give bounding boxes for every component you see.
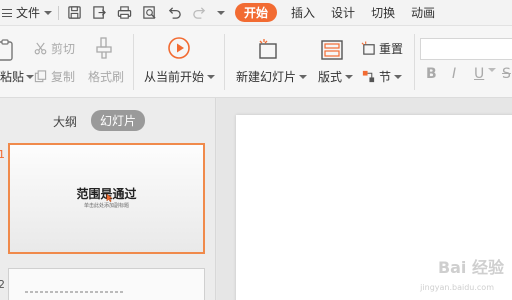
chevron-down-icon bbox=[207, 74, 216, 79]
font-name-dropdown[interactable] bbox=[420, 38, 512, 60]
underline-label: U bbox=[474, 66, 485, 82]
underline-dropdown-icon[interactable] bbox=[488, 68, 496, 72]
print-icon[interactable] bbox=[115, 4, 133, 22]
file-menu-label: 文件 bbox=[16, 6, 41, 20]
quick-access-dropdown-icon[interactable] bbox=[217, 10, 226, 15]
from-current-label: 从当前开始 bbox=[144, 70, 205, 84]
bold-button[interactable]: B bbox=[426, 66, 437, 82]
chevron-down-icon bbox=[26, 74, 35, 79]
tab-outline[interactable]: 大纲 bbox=[53, 113, 77, 130]
watermark-text: Bai 经验 bbox=[437, 258, 504, 277]
copy-icon bbox=[34, 70, 47, 83]
new-slide-button[interactable]: 新建幻灯片 bbox=[236, 68, 308, 85]
file-menu[interactable]: 文件 bbox=[0, 0, 53, 26]
underline-button[interactable]: U bbox=[474, 66, 484, 82]
reset-icon bbox=[361, 41, 375, 55]
slide-thumbnail-1[interactable]: 范围是通过 单击此处添加副标题 bbox=[8, 143, 205, 254]
paste-button[interactable]: 粘贴 bbox=[0, 68, 35, 85]
redo-icon[interactable] bbox=[190, 4, 208, 22]
divider bbox=[133, 34, 134, 90]
format-painter-icon[interactable] bbox=[94, 36, 114, 60]
tab-transition[interactable]: 切换 bbox=[363, 0, 403, 26]
layout-icon[interactable] bbox=[321, 40, 343, 60]
copy-label: 复制 bbox=[51, 70, 76, 84]
save-icon[interactable] bbox=[65, 4, 83, 22]
reset-button[interactable]: 重置 bbox=[361, 40, 403, 57]
tab-design[interactable]: 设计 bbox=[323, 0, 363, 26]
slide-subtitle: 单击此处添加副标题 bbox=[83, 203, 129, 209]
section-label: 节 bbox=[379, 70, 392, 84]
reset-label: 重置 bbox=[379, 42, 404, 56]
from-current-slide-button[interactable]: 从当前开始 bbox=[144, 68, 216, 85]
tab-home[interactable]: 开始 bbox=[235, 3, 278, 22]
slide-panel: 大纲 幻灯片 1 范围是通过 单击此处添加副标题 2 bbox=[0, 98, 216, 300]
tab-animation[interactable]: 动画 bbox=[403, 0, 443, 26]
format-painter-label: 格式刷 bbox=[88, 70, 125, 84]
layout-label: 版式 bbox=[318, 70, 343, 84]
chevron-down-icon bbox=[345, 74, 354, 79]
slide-text-preview bbox=[25, 291, 125, 293]
chevron-down-icon bbox=[299, 74, 308, 79]
section-icon bbox=[362, 70, 375, 83]
divider bbox=[224, 34, 225, 90]
copy-button[interactable]: 复制 bbox=[34, 68, 75, 85]
slide-number: 1 bbox=[0, 148, 5, 161]
format-painter-button[interactable]: 格式刷 bbox=[88, 68, 124, 85]
chevron-down-icon bbox=[394, 74, 403, 79]
slide-number: 2 bbox=[0, 278, 5, 291]
play-icon[interactable] bbox=[167, 36, 191, 60]
print-preview-icon[interactable] bbox=[140, 4, 158, 22]
section-button[interactable]: 节 bbox=[361, 68, 403, 85]
strikethrough-label: S bbox=[502, 66, 511, 82]
scissors-icon bbox=[34, 42, 47, 55]
italic-button[interactable]: I bbox=[452, 66, 456, 82]
cut-button[interactable]: 剪切 bbox=[34, 40, 75, 57]
ribbon-home: 粘贴 剪切 复制 格式刷 从当前开始 新建幻灯片 版式 重置 节 B I U S bbox=[0, 26, 512, 98]
slide-editor: Bai 经验 jingyan.baidu.com bbox=[217, 98, 512, 300]
watermark-url: jingyan.baidu.com bbox=[420, 283, 494, 292]
cut-label: 剪切 bbox=[51, 42, 76, 56]
bold-label: B bbox=[426, 66, 437, 82]
divider bbox=[414, 34, 415, 90]
new-slide-icon[interactable] bbox=[256, 38, 280, 60]
new-slide-label: 新建幻灯片 bbox=[236, 70, 297, 84]
divider bbox=[58, 5, 60, 20]
menu-bar: 文件 开始 插入 设计 切换 动画 bbox=[0, 0, 512, 26]
tab-slides[interactable]: 幻灯片 bbox=[91, 110, 146, 131]
undo-icon[interactable] bbox=[165, 4, 183, 22]
strikethrough-button[interactable]: S bbox=[502, 66, 511, 82]
cursor-icon bbox=[106, 193, 113, 202]
paste-label: 粘贴 bbox=[0, 70, 25, 84]
export-icon[interactable] bbox=[90, 4, 108, 22]
tab-insert[interactable]: 插入 bbox=[283, 0, 323, 26]
layout-button[interactable]: 版式 bbox=[318, 68, 354, 85]
italic-label: I bbox=[452, 66, 457, 82]
chevron-down-icon bbox=[44, 10, 53, 15]
paste-icon[interactable] bbox=[0, 38, 16, 62]
slide-thumbnail-2[interactable] bbox=[8, 268, 205, 300]
hamburger-icon bbox=[2, 8, 12, 17]
